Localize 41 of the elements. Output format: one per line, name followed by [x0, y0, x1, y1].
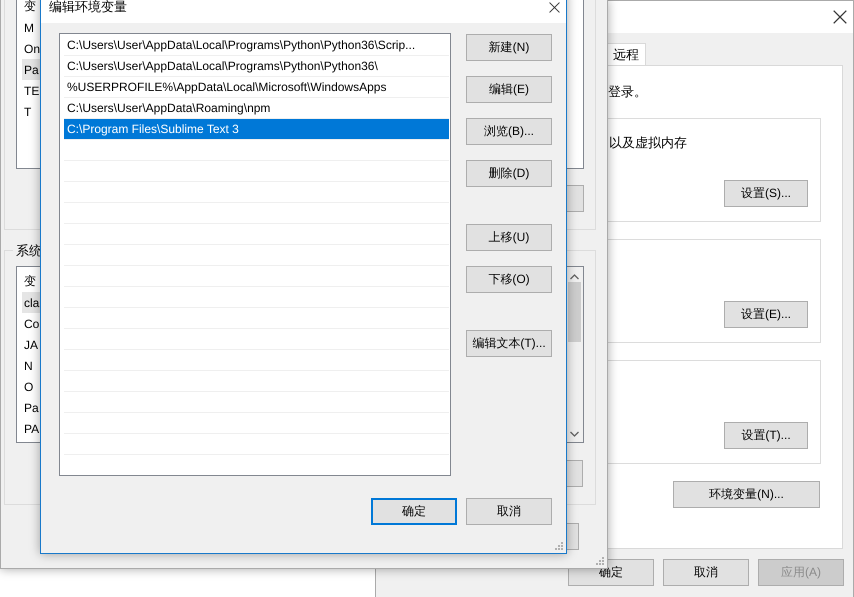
- settings-button[interactable]: 设置(T)...: [724, 422, 808, 449]
- window-title: 编辑环境变量: [49, 0, 127, 16]
- column-header[interactable]: 变: [24, 273, 36, 290]
- variable-row[interactable]: TE: [22, 80, 40, 101]
- action-button[interactable]: 上移(U): [466, 224, 552, 251]
- variable-row[interactable]: T: [22, 101, 40, 122]
- group-description: 以及虚拟内存: [609, 134, 687, 152]
- scroll-thumb[interactable]: [568, 282, 581, 342]
- settings-button[interactable]: 设置(E)...: [724, 301, 808, 328]
- scrollbar[interactable]: [566, 267, 583, 442]
- action-button[interactable]: 编辑文本(T)...: [466, 330, 552, 357]
- resize-grip-icon[interactable]: [595, 556, 605, 566]
- variable-row[interactable]: M: [22, 17, 40, 38]
- variable-row[interactable]: cla: [22, 292, 40, 313]
- variable-row[interactable]: N: [22, 355, 40, 376]
- scroll-up-icon[interactable]: [570, 274, 579, 280]
- dialog-button[interactable]: 确定: [371, 498, 457, 525]
- action-button[interactable]: 下移(O): [466, 266, 552, 293]
- tab[interactable]: 远程: [606, 43, 646, 65]
- dialog-button[interactable]: 取消: [466, 498, 552, 525]
- variable-row[interactable]: PA: [22, 418, 40, 439]
- variable-row[interactable]: Co: [22, 313, 40, 334]
- column-header[interactable]: 变: [24, 0, 36, 15]
- variable-row[interactable]: On: [22, 38, 40, 59]
- action-button[interactable]: 浏览(B)...: [466, 118, 552, 145]
- action-button[interactable]: 新建(N): [466, 34, 552, 61]
- description-text: 登录。: [608, 83, 647, 101]
- scroll-down-icon[interactable]: [570, 431, 579, 437]
- variable-row[interactable]: Pa: [22, 59, 40, 80]
- variable-row[interactable]: O: [22, 376, 40, 397]
- settings-button[interactable]: 设置(S)...: [724, 180, 808, 207]
- action-button[interactable]: 删除(D): [466, 160, 552, 187]
- path-item[interactable]: C:\Program Files\Sublime Text 3: [64, 119, 449, 140]
- dialog-button[interactable]: 取消: [663, 559, 749, 586]
- close-icon[interactable]: [833, 10, 847, 24]
- close-icon[interactable]: [549, 2, 560, 12]
- environment-variables-button[interactable]: 环境变量(N)...: [673, 481, 820, 508]
- variable-row[interactable]: JA: [22, 334, 40, 355]
- variable-row[interactable]: Pa: [22, 397, 40, 418]
- action-button[interactable]: 编辑(E): [466, 76, 552, 103]
- resize-grip-icon[interactable]: [554, 541, 564, 551]
